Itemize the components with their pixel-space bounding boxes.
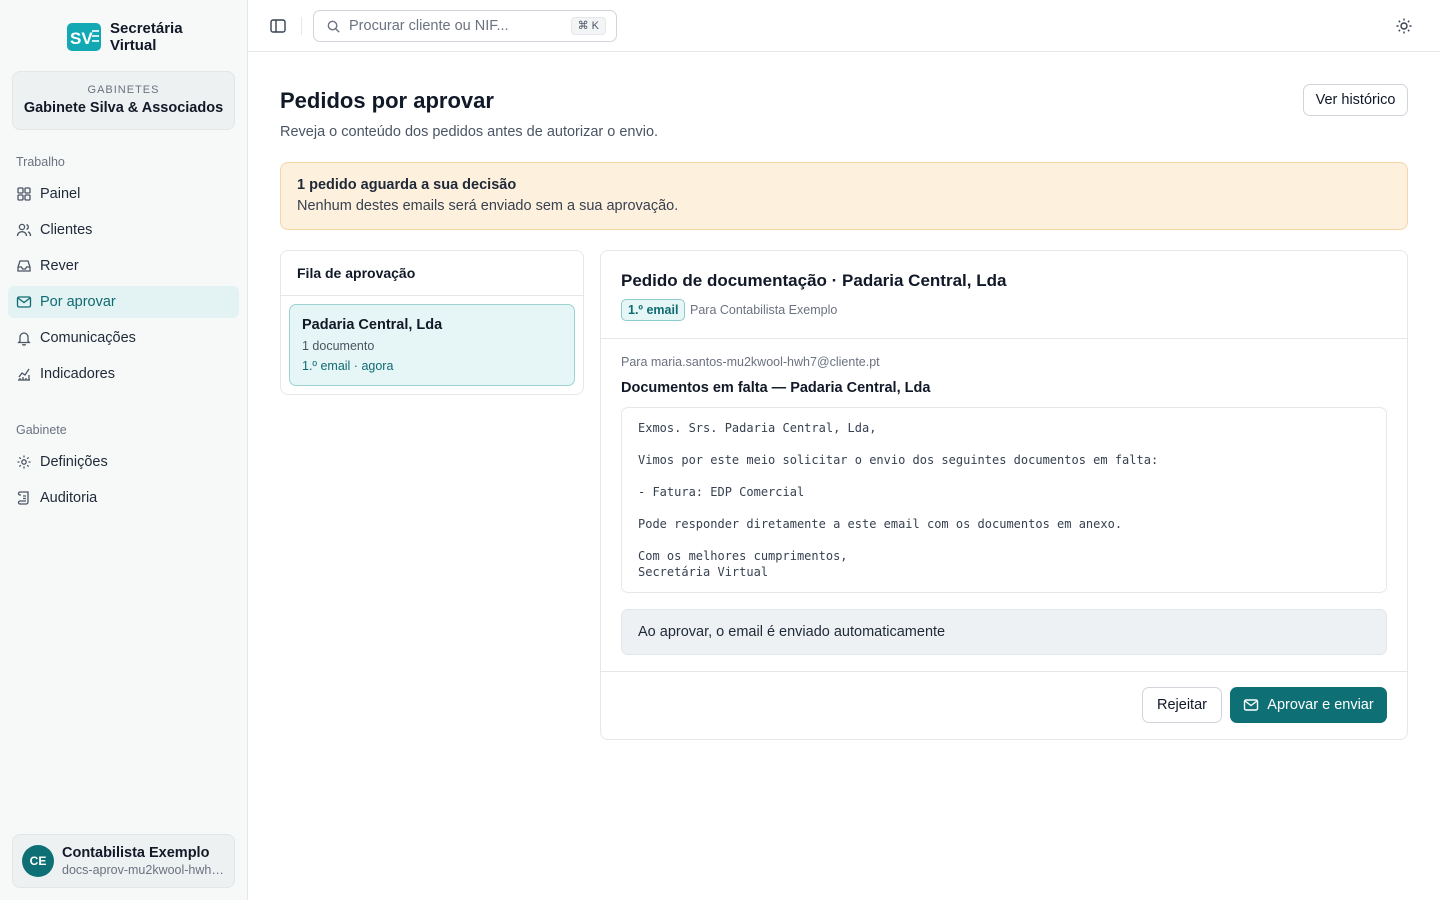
approve-send-button[interactable]: Aprovar e enviar <box>1230 687 1387 723</box>
brand-name: Secretária Virtual <box>110 20 183 54</box>
reject-button[interactable]: Rejeitar <box>1142 687 1222 723</box>
queue-item[interactable]: Padaria Central, Lda 1 documento 1.º ema… <box>289 304 575 386</box>
user-name: Contabilista Exemplo <box>62 845 210 861</box>
search-shortcut: ⌘ K <box>570 17 606 35</box>
sv-logo-icon: SV <box>67 23 101 51</box>
scroll-icon <box>16 490 32 506</box>
sidebar-item-painel[interactable]: Painel <box>8 178 239 210</box>
search-icon <box>327 20 340 33</box>
users-icon <box>16 222 32 238</box>
sidebar-item-definicoes[interactable]: Definições <box>8 446 239 478</box>
sidebar-item-label: Painel <box>40 186 81 202</box>
alert-title: 1 pedido aguarda a sua decisão <box>297 177 517 193</box>
sidebar-item-comunicacoes[interactable]: Comunicações <box>8 322 239 354</box>
sidebar-item-label: Definições <box>40 454 108 470</box>
svg-text:SV: SV <box>70 29 93 48</box>
org-label: GABINETES <box>87 84 160 96</box>
approve-send-label: Aprovar e enviar <box>1267 697 1374 713</box>
queue-item-meta: 1.º email · agora <box>302 359 394 373</box>
nav-section-work: Trabalho <box>16 155 65 169</box>
detail-recipient-owner: Para Contabilista Exemplo <box>690 303 838 317</box>
avatar: CE <box>22 845 54 877</box>
topbar-divider <box>301 17 302 35</box>
email-to: Para maria.santos-mu2kwool-hwh7@cliente.… <box>621 355 880 369</box>
search-input[interactable]: Procurar cliente ou NIF... ⌘ K <box>313 10 617 42</box>
brand[interactable]: SV Secretária Virtual <box>67 20 190 54</box>
page-subtitle: Reveja o conteúdo dos pedidos antes de a… <box>280 124 659 140</box>
sidebar: SV Secretária Virtual GABINETES Gabinete… <box>0 0 248 900</box>
org-switcher[interactable]: GABINETES Gabinete Silva & Associados <box>12 71 235 130</box>
approval-queue: Fila de aprovação Padaria Central, Lda 1… <box>280 250 584 395</box>
search-placeholder: Procurar cliente ou NIF... <box>349 18 509 34</box>
auto-send-info: Ao aprovar, o email é enviado automatica… <box>621 609 1387 655</box>
bell-icon <box>16 330 32 346</box>
nav-section-office: Gabinete <box>16 423 67 437</box>
mail-icon <box>1244 699 1259 711</box>
detail-title: Pedido de documentação · Padaria Central… <box>621 271 1007 290</box>
queue-item-name: Padaria Central, Lda <box>302 317 443 333</box>
sidebar-item-indicadores[interactable]: Indicadores <box>8 358 239 390</box>
grid-icon <box>16 186 32 202</box>
email-stage-badge: 1.º email <box>621 299 686 321</box>
sidebar-item-label: Indicadores <box>40 366 115 382</box>
sidebar-item-label: Por aprovar <box>40 294 116 310</box>
queue-title: Fila de aprovação <box>281 251 583 296</box>
sidebar-item-label: Rever <box>40 258 79 274</box>
sun-icon[interactable] <box>1395 17 1413 35</box>
sidebar-item-auditoria[interactable]: Auditoria <box>8 482 239 514</box>
user-email: docs-aprov-mu2kwool-hwh7@cliente.pt <box>62 863 224 877</box>
sidebar-item-label: Clientes <box>40 222 93 238</box>
email-subject: Documentos em falta — Padaria Central, L… <box>621 380 931 396</box>
sidebar-item-clientes[interactable]: Clientes <box>8 214 239 246</box>
gear-icon <box>16 454 32 470</box>
user-menu[interactable]: CE Contabilista Exemplo docs-aprov-mu2kw… <box>12 834 235 888</box>
sidebar-item-rever[interactable]: Rever <box>8 250 239 282</box>
footer-divider <box>601 671 1407 672</box>
sidebar-item-label: Comunicações <box>40 330 136 346</box>
sidebar-item-label: Auditoria <box>40 490 98 506</box>
pending-alert: 1 pedido aguarda a sua decisão Nenhum de… <box>280 162 1408 230</box>
queue-item-docs: 1 documento <box>302 339 375 353</box>
mail-icon <box>16 294 32 310</box>
sidebar-item-por-aprovar[interactable]: Por aprovar <box>8 286 239 318</box>
view-history-button[interactable]: Ver histórico <box>1303 84 1408 116</box>
inbox-icon <box>16 258 32 274</box>
page-title: Pedidos por aprovar <box>280 88 494 113</box>
request-detail: Pedido de documentação · Padaria Central… <box>600 250 1408 740</box>
chart-icon <box>16 366 32 382</box>
detail-divider <box>601 338 1407 339</box>
email-body: Exmos. Srs. Padaria Central, Lda, Vimos … <box>621 407 1387 593</box>
alert-body: Nenhum destes emails será enviado sem a … <box>297 198 679 214</box>
sidebar-toggle-icon[interactable] <box>269 17 287 35</box>
org-name: Gabinete Silva & Associados <box>23 100 224 116</box>
topbar: Procurar cliente ou NIF... ⌘ K <box>248 0 1440 52</box>
